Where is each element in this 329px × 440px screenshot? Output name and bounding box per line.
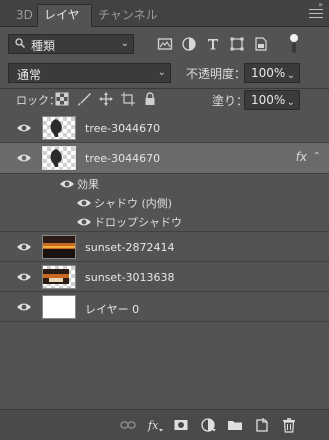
visibility-eye-icon[interactable] (59, 178, 75, 190)
effects-header-row[interactable]: 効果 (0, 174, 329, 193)
layer-name[interactable]: sunset-3013638 (85, 271, 174, 284)
layer-row-selected[interactable]: tree-3044670 fx ⌃ (0, 143, 329, 174)
visibility-eye-icon[interactable] (16, 152, 32, 164)
fill-input[interactable]: 100% ⌄ (244, 90, 300, 110)
layer-row[interactable]: sunset-2872414 (0, 232, 329, 262)
fill-label: 塗り： (212, 94, 249, 108)
add-mask-icon[interactable] (173, 417, 189, 433)
lock-position-icon[interactable] (99, 92, 113, 106)
lock-image-icon[interactable] (77, 92, 91, 106)
image-filter-icon[interactable] (157, 36, 173, 52)
filter-kind-label: 種類 (31, 39, 56, 53)
visibility-eye-icon[interactable] (76, 216, 92, 228)
link-layers-icon[interactable] (120, 417, 136, 433)
effect-label: シャドウ (内側) (94, 197, 173, 210)
visibility-eye-icon[interactable] (16, 122, 32, 134)
tab-bar: 3D レイヤー チャンネル » (0, 0, 329, 43)
effect-row-drop-shadow[interactable]: ドロップシャドウ (0, 212, 329, 232)
blend-mode-select[interactable]: 通常 ⌄ (8, 63, 171, 83)
lock-label: ロック： (16, 94, 60, 107)
layer-thumbnail (42, 116, 76, 140)
filter-kind-select[interactable]: 種類 ⌄ (8, 34, 134, 54)
visibility-eye-icon[interactable] (16, 271, 32, 283)
layer-row[interactable]: レイヤー 0 (0, 292, 329, 322)
lock-transparent-icon[interactable] (55, 92, 69, 106)
svg-text:fx: fx (147, 419, 159, 432)
visibility-eye-icon[interactable] (16, 301, 32, 313)
effects-header-label: 効果 (77, 178, 99, 191)
layers-list: tree-3044670 tree-3044670 fx ⌃ 効果 シャドウ (… (0, 113, 329, 409)
chevron-up-icon[interactable]: ⌃ (313, 151, 321, 162)
visibility-eye-icon[interactable] (76, 197, 92, 209)
effect-label: ドロップシャドウ (94, 216, 182, 229)
chevron-down-icon[interactable]: ⌄ (287, 94, 295, 112)
collapse-panel-icon[interactable]: » (318, 0, 323, 9)
chevron-down-icon[interactable]: ⌄ (287, 67, 295, 85)
adjustment-layer-icon[interactable] (200, 417, 216, 433)
panel-menu-icon[interactable] (309, 9, 323, 19)
lock-artboard-icon[interactable] (121, 92, 135, 106)
tab-3d[interactable]: 3D (10, 5, 39, 26)
layer-thumbnail (42, 235, 76, 259)
chevron-down-icon: ⌄ (157, 67, 166, 78)
opacity-input[interactable]: 100% ⌄ (244, 63, 300, 83)
layer-name[interactable]: tree-3044670 (85, 122, 160, 135)
lock-all-icon[interactable] (143, 92, 157, 106)
shape-filter-icon[interactable] (229, 36, 245, 52)
fx-icon[interactable]: fx (147, 417, 163, 433)
smart-object-filter-icon[interactable] (253, 36, 269, 52)
layer-effects-badge[interactable]: fx (296, 150, 307, 164)
layer-name[interactable]: sunset-2872414 (85, 241, 174, 254)
chevron-down-icon: ⌄ (120, 38, 129, 49)
opacity-label: 不透明度： (186, 67, 247, 81)
fill-value: 100% (251, 93, 286, 107)
divider (0, 88, 329, 89)
tab-layers[interactable]: レイヤー (37, 4, 92, 43)
layer-name[interactable]: レイヤー 0 (85, 301, 139, 317)
opacity-value: 100% (251, 66, 286, 80)
type-filter-icon[interactable] (205, 36, 221, 52)
new-group-icon[interactable] (227, 417, 243, 433)
effect-row-inner-shadow[interactable]: シャドウ (内側) (0, 193, 329, 212)
layer-row[interactable]: sunset-3013638 (0, 262, 329, 292)
delete-layer-icon[interactable] (281, 417, 297, 433)
visibility-eye-icon[interactable] (16, 241, 32, 253)
new-layer-icon[interactable] (254, 417, 270, 433)
layer-thumbnail (42, 265, 76, 289)
adjustment-filter-icon[interactable] (181, 36, 197, 52)
layer-thumbnail (42, 146, 76, 170)
search-icon (15, 38, 25, 48)
layer-thumbnail (42, 295, 76, 319)
layer-name[interactable]: tree-3044670 (85, 152, 160, 165)
blend-mode-value: 通常 (17, 68, 42, 82)
layers-bottom-toolbar: fx (0, 409, 329, 440)
layer-row[interactable]: tree-3044670 (0, 113, 329, 143)
filter-toggle-switch[interactable] (289, 33, 299, 55)
tab-channels[interactable]: チャンネル (92, 5, 164, 26)
layers-panel: 3D レイヤー チャンネル » 種類 ⌄ 通常 ⌄ (0, 0, 329, 440)
